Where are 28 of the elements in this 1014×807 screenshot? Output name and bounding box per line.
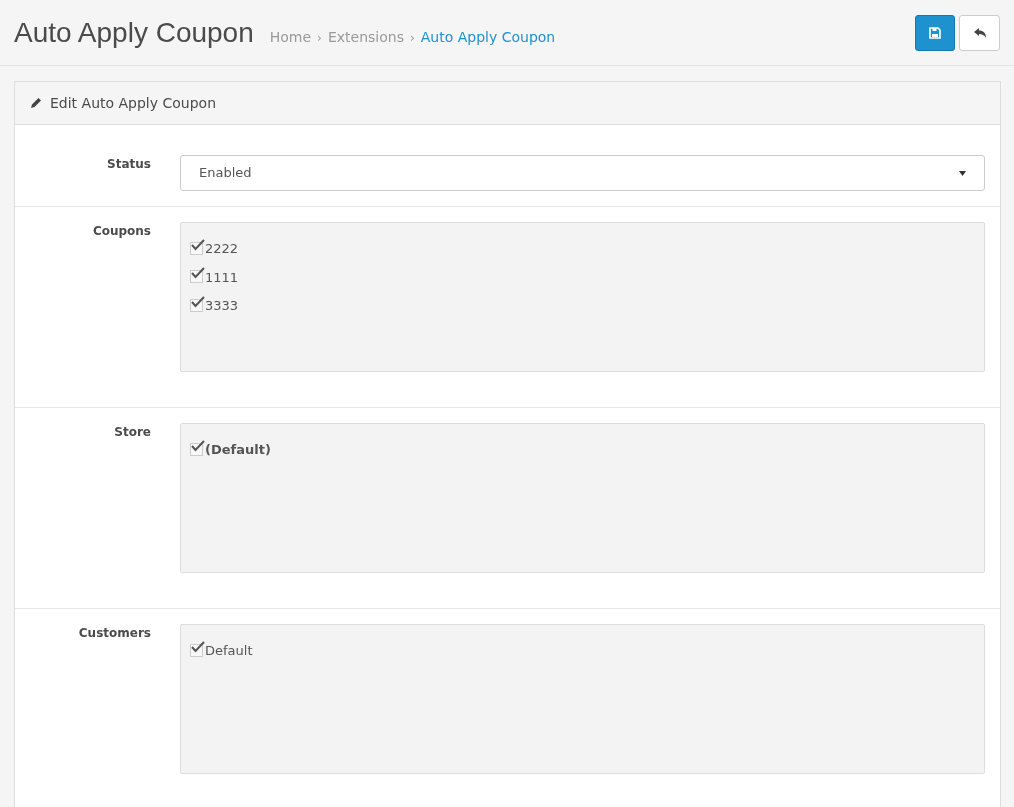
breadcrumb-link[interactable]: Extensions <box>327 26 404 48</box>
save-button[interactable] <box>915 14 955 51</box>
field-label: Customers <box>77 625 152 642</box>
checkbox[interactable] <box>190 270 203 283</box>
breadcrumb-separator: › <box>317 29 322 47</box>
checkbox-label: 1111 <box>205 268 239 287</box>
caret-icon <box>959 170 966 176</box>
checkbox[interactable] <box>190 298 203 312</box>
field-label: Coupons <box>91 223 152 240</box>
breadcrumb-separator: › <box>409 29 415 47</box>
panel-title: Edit Auto Apply Coupon <box>50 93 217 113</box>
checkbox-label: 3333 <box>205 297 239 315</box>
reply-arrow-icon <box>972 26 987 39</box>
page-title: Auto Apply Coupon <box>14 15 254 50</box>
breadcrumb-link[interactable]: Home <box>269 26 312 48</box>
checkbox-label: Default <box>205 642 253 660</box>
status-select[interactable]: Enabled <box>180 155 985 191</box>
checkbox-label: (Default) <box>205 441 271 459</box>
pencil-icon <box>30 97 42 109</box>
checkbox[interactable] <box>190 643 203 657</box>
breadcrumb-link[interactable]: Auto Apply Coupon <box>420 26 556 48</box>
field-label: Status <box>106 156 152 173</box>
checkbox-label: 2222 <box>205 240 239 258</box>
checkbox[interactable] <box>190 241 203 255</box>
field-label: Store <box>113 424 152 441</box>
checkbox[interactable] <box>190 442 203 456</box>
back-button[interactable] <box>959 14 1000 51</box>
save-icon <box>929 26 941 39</box>
